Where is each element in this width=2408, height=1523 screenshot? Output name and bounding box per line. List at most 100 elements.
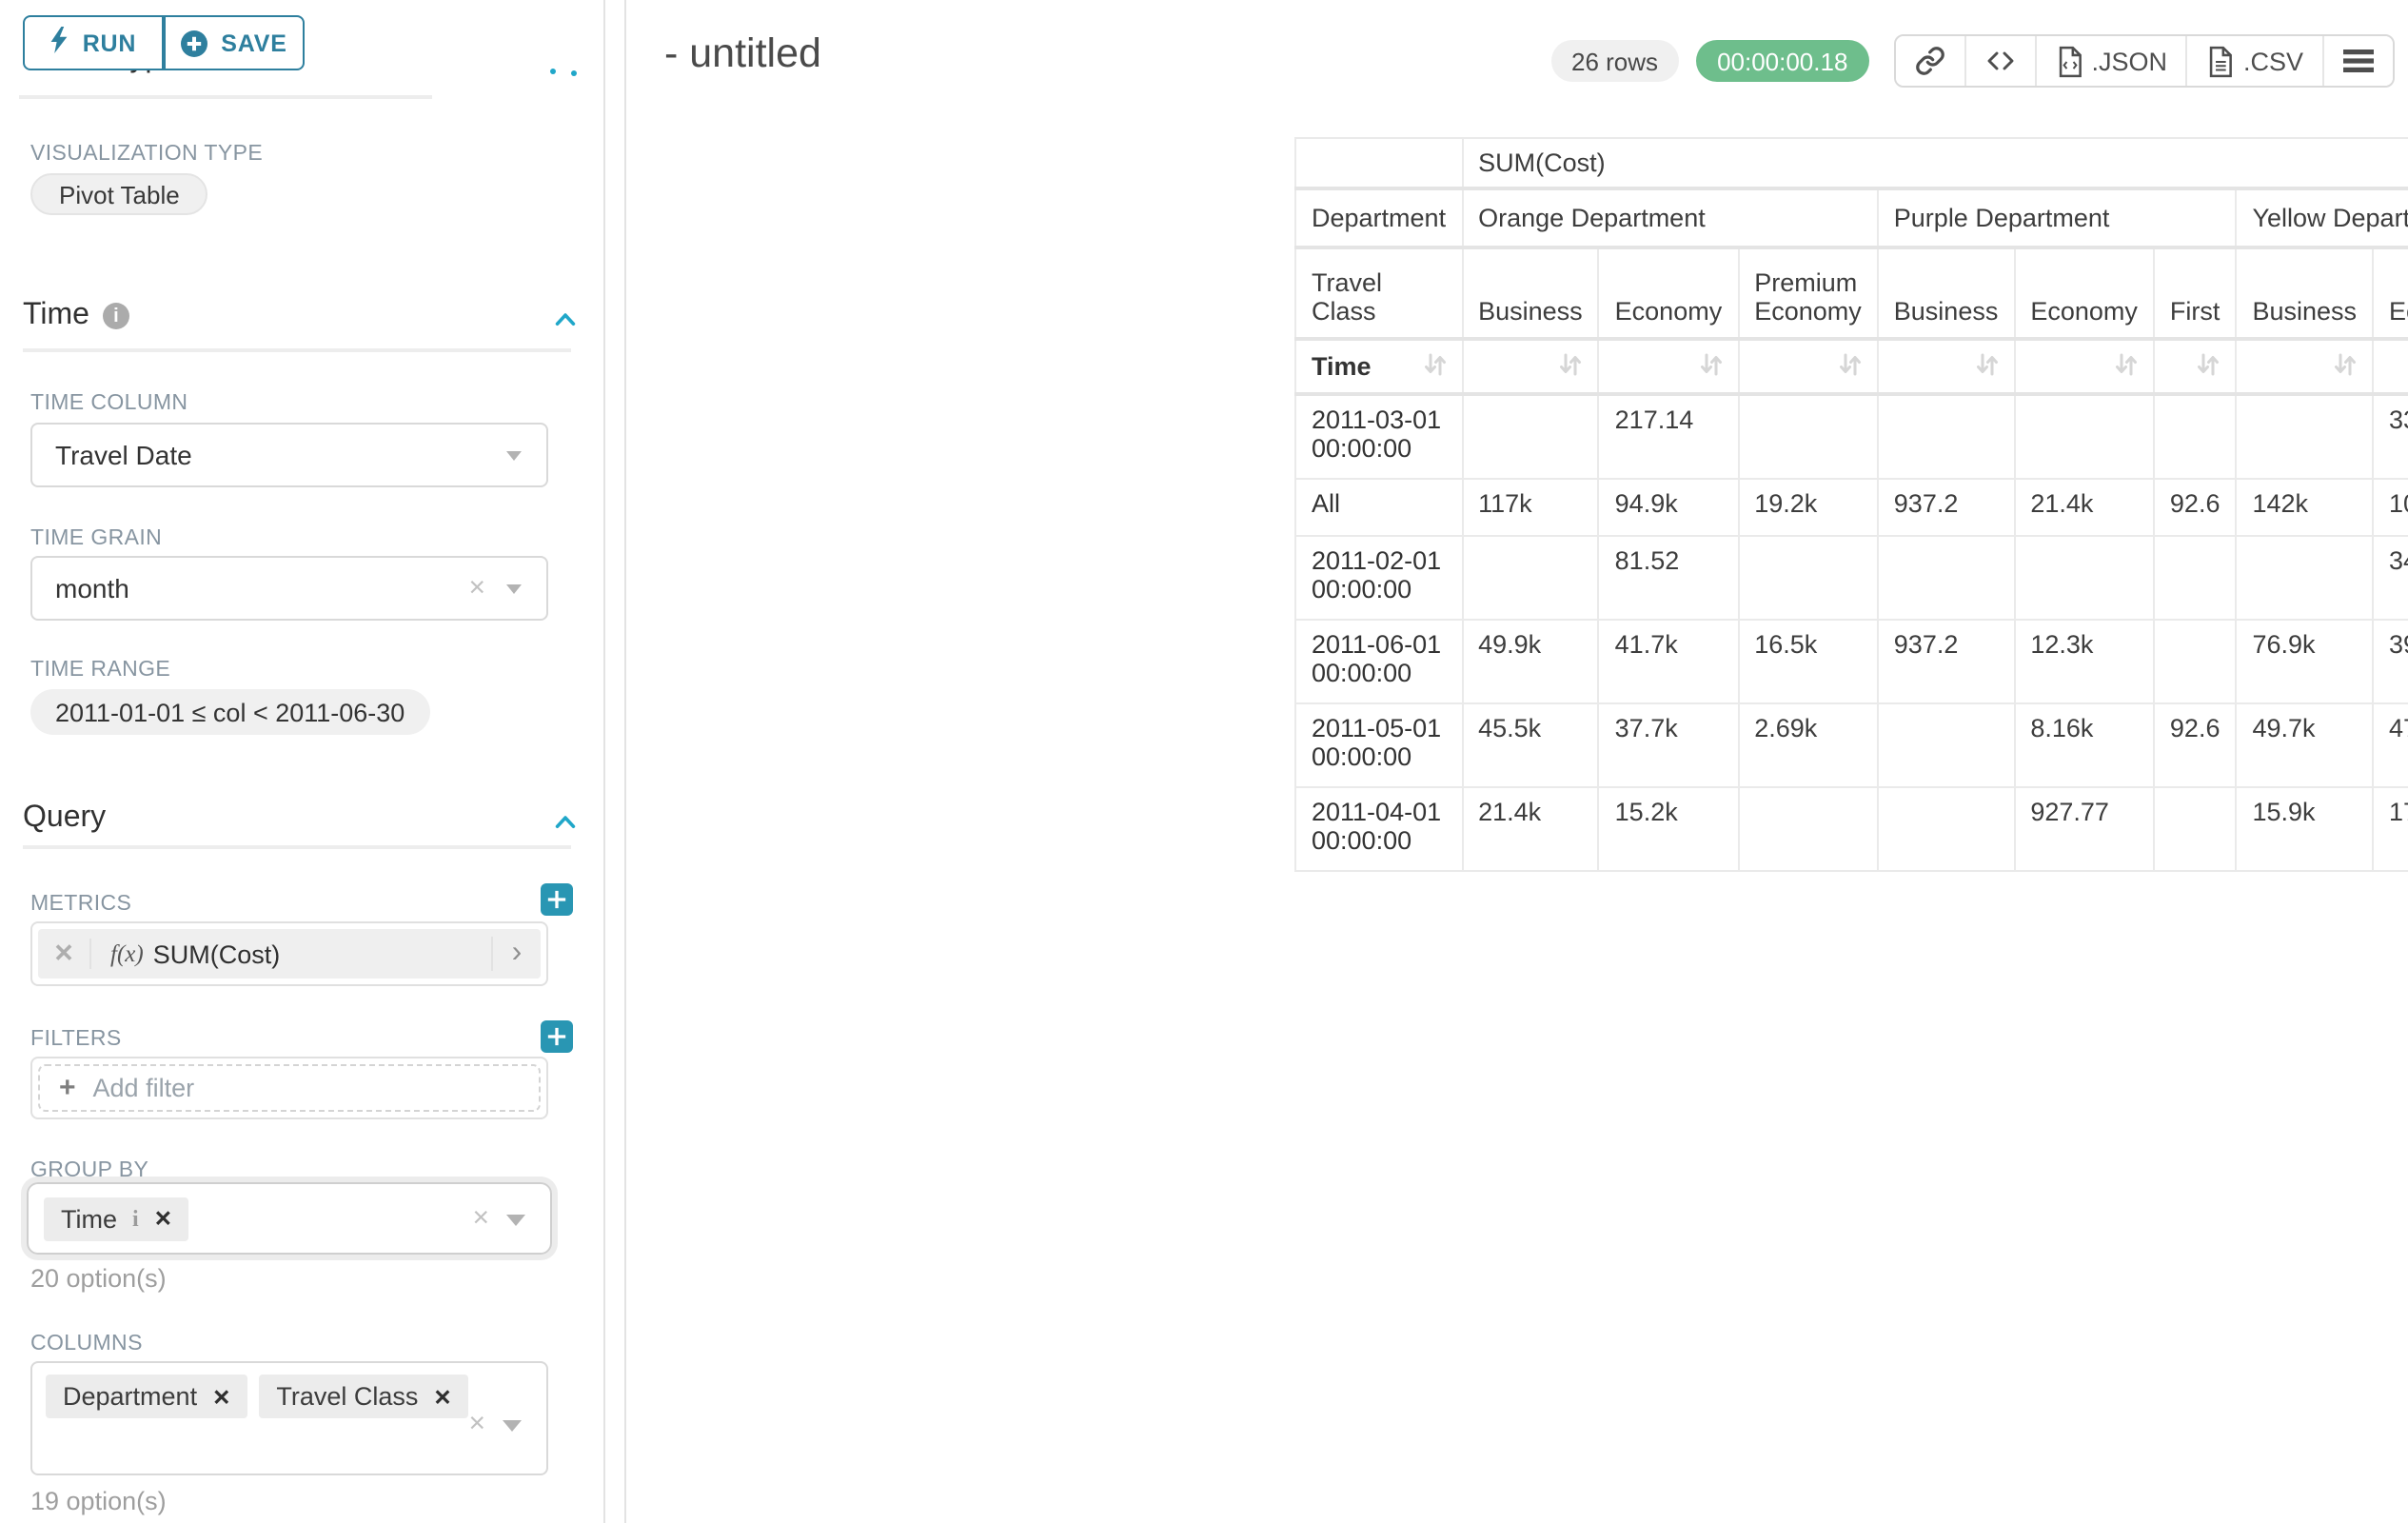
- export-json-button[interactable]: .JSON: [2036, 36, 2188, 86]
- sort-icon[interactable]: [2197, 351, 2220, 382]
- metric-name: SUM(Cost): [153, 940, 281, 968]
- query-timer-badge: 00:00:00.18: [1696, 40, 1868, 82]
- save-button[interactable]: SAVE: [164, 15, 305, 70]
- value-cell: [1738, 394, 1878, 478]
- add-filter-plus-button[interactable]: [541, 1020, 573, 1053]
- metric-pill[interactable]: ✕ f(x) SUM(Cost) ›: [38, 929, 541, 979]
- value-cell: 39.9k: [2373, 619, 2408, 702]
- columns-tag-travel-class[interactable]: Travel Class ✕: [259, 1375, 468, 1418]
- sort-header[interactable]: [2236, 339, 2373, 394]
- code-icon: [1984, 46, 2015, 76]
- copy-link-button[interactable]: [1895, 36, 1965, 86]
- plus-circle-icon: [181, 30, 207, 56]
- add-filter-button[interactable]: + Add filter: [38, 1064, 541, 1112]
- value-cell: [2014, 394, 2154, 478]
- json-file-icon: [2055, 45, 2083, 77]
- value-cell: [2154, 786, 2237, 870]
- value-cell: [1878, 394, 2015, 478]
- sort-header[interactable]: [1878, 339, 2015, 394]
- value-cell: [1738, 786, 1878, 870]
- value-cell: 41.7k: [1599, 619, 1739, 702]
- sort-icon[interactable]: [1699, 351, 1722, 382]
- col-header: Economy: [1599, 247, 1739, 339]
- sort-header[interactable]: [2373, 339, 2408, 394]
- corner-cell: [1295, 138, 1462, 188]
- sort-icon[interactable]: [1560, 351, 1583, 382]
- value-cell: [2236, 535, 2373, 619]
- sort-icon[interactable]: [2115, 351, 2138, 382]
- value-cell: 21.4k: [1462, 786, 1599, 870]
- run-button[interactable]: RUN: [23, 15, 164, 70]
- time-range-label: TIME RANGE: [30, 659, 170, 682]
- chart-panel: - untitled 26 rows 00:00:00.18: [624, 0, 2408, 1523]
- chart-title[interactable]: - untitled: [664, 30, 821, 78]
- tag-label: Department: [63, 1382, 197, 1411]
- group-by-label: GROUP BY: [30, 1159, 148, 1182]
- time-range-value[interactable]: 2011-01-01 ≤ col < 2011-06-30: [30, 689, 429, 735]
- row-label-cell: 2011-06-01 00:00:00: [1295, 619, 1462, 702]
- col-group-header: Orange Department: [1462, 188, 1878, 247]
- row-label-cell: 2011-02-01 00:00:00: [1295, 535, 1462, 619]
- sort-header-time[interactable]: Time: [1295, 339, 1462, 394]
- sort-header[interactable]: [2014, 339, 2154, 394]
- remove-tag-icon[interactable]: ✕: [212, 1383, 230, 1410]
- columns-tag-department[interactable]: Department ✕: [46, 1375, 247, 1418]
- time-grain-select[interactable]: month ×: [30, 556, 548, 621]
- time-grain-label: TIME GRAIN: [30, 527, 162, 550]
- remove-tag-icon[interactable]: ✕: [433, 1383, 451, 1410]
- sort-icon[interactable]: [1423, 351, 1446, 382]
- sort-header[interactable]: [1738, 339, 1878, 394]
- group-by-tag-time[interactable]: Time i ✕: [44, 1197, 189, 1240]
- add-metric-button[interactable]: [541, 883, 573, 916]
- value-cell: 16.5k: [1738, 619, 1878, 702]
- table-row: 2011-02-01 00:00:0081.52343.98425.5: [1295, 535, 2408, 619]
- pivot-table-container: SUM(Cost)DepartmentOrange DepartmentPurp…: [1294, 137, 2408, 871]
- visualization-type-value[interactable]: Pivot Table: [30, 173, 208, 215]
- clear-icon[interactable]: ×: [472, 1201, 489, 1234]
- view-query-button[interactable]: [1965, 36, 2036, 86]
- sort-icon[interactable]: [1839, 351, 1862, 382]
- value-cell: [1462, 394, 1599, 478]
- chevron-down-icon: [503, 1420, 522, 1432]
- group-by-select[interactable]: Time i ✕ ×: [27, 1182, 552, 1255]
- col-header: Business: [2236, 247, 2373, 339]
- clear-icon[interactable]: ×: [468, 1407, 485, 1439]
- time-column-select[interactable]: Travel Date: [30, 423, 548, 487]
- columns-label: COLUMNS: [30, 1333, 143, 1355]
- value-cell: 217.14: [1599, 394, 1739, 478]
- value-cell: [2236, 394, 2373, 478]
- value-cell: 47.7k: [2373, 702, 2408, 786]
- time-section-header[interactable]: Time i: [23, 299, 129, 333]
- value-cell: 332.21: [2373, 394, 2408, 478]
- clear-icon[interactable]: ×: [468, 571, 485, 603]
- remove-metric-icon[interactable]: ✕: [38, 939, 91, 969]
- sort-icon[interactable]: [2334, 351, 2357, 382]
- result-controls: 26 rows 00:00:00.18 .JSON: [1550, 34, 2395, 88]
- sort-header[interactable]: [2154, 339, 2237, 394]
- value-cell: 15.9k: [2236, 786, 2373, 870]
- sort-icon[interactable]: [1975, 351, 1998, 382]
- table-row: 2011-03-01 00:00:00217.14332.21549.35: [1295, 394, 2408, 478]
- export-csv-button[interactable]: .CSV: [2188, 36, 2324, 86]
- panel-resize-dot[interactable]: [550, 69, 556, 74]
- value-cell: [1738, 535, 1878, 619]
- remove-tag-icon[interactable]: ✕: [154, 1205, 172, 1232]
- sort-header[interactable]: [1462, 339, 1599, 394]
- tag-label: Travel Class: [276, 1382, 418, 1411]
- value-cell: [2154, 619, 2237, 702]
- col-header: Business: [1462, 247, 1599, 339]
- plus-icon: +: [59, 1072, 76, 1104]
- panel-resize-dot[interactable]: [571, 70, 577, 76]
- chevron-right-icon[interactable]: ›: [491, 937, 541, 971]
- query-section-header[interactable]: Query: [23, 801, 106, 836]
- value-cell: [1878, 535, 2015, 619]
- columns-select[interactable]: Department ✕ Travel Class ✕ ×: [30, 1361, 548, 1475]
- chevron-up-icon[interactable]: [552, 307, 579, 333]
- sort-header[interactable]: [1599, 339, 1739, 394]
- col-header: Premium Economy: [1738, 247, 1878, 339]
- filters-label: FILTERS: [30, 1028, 122, 1051]
- tag-label: Time: [61, 1204, 117, 1233]
- more-options-button[interactable]: [2324, 36, 2393, 86]
- col-header: Business: [1878, 247, 2015, 339]
- chevron-up-icon[interactable]: [552, 809, 579, 836]
